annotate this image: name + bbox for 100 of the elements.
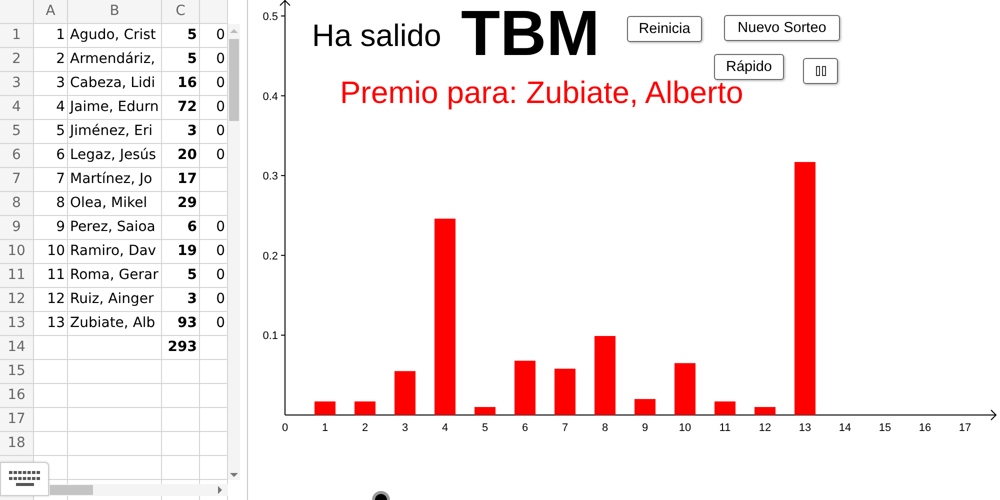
table-cell: 11	[34, 264, 68, 288]
table-cell: Legaz, Jesús	[68, 144, 162, 168]
row-header[interactable]: 14	[0, 336, 34, 360]
pause-button[interactable]	[803, 58, 838, 84]
empty-cell	[162, 432, 200, 456]
bar	[474, 407, 496, 415]
table-cell: 4	[34, 96, 68, 120]
table-cell: 3	[162, 120, 200, 144]
tick-label: 11	[719, 422, 731, 434]
table-cell: 6	[162, 216, 200, 240]
tick-label: 8	[602, 422, 608, 434]
row-header[interactable]: 5	[0, 120, 34, 144]
table-cell: 7	[34, 168, 68, 192]
slider-handle[interactable]	[371, 490, 391, 500]
table-cell: 19	[162, 240, 200, 264]
table-cell: 1	[34, 24, 68, 48]
row-header[interactable]: 2	[0, 48, 34, 72]
row-header[interactable]: 15	[0, 360, 34, 384]
table-cell: 5	[162, 24, 200, 48]
column-header[interactable]: C	[162, 0, 200, 24]
row-header[interactable]: 6	[0, 144, 34, 168]
table-cell: 72	[162, 96, 200, 120]
row-header[interactable]: 1	[0, 24, 34, 48]
row-header[interactable]: 3	[0, 72, 34, 96]
row-header[interactable]: 9	[0, 216, 34, 240]
scroll-right-icon[interactable]	[217, 486, 223, 494]
row-header[interactable]: 17	[0, 408, 34, 432]
table-cell: 12	[34, 288, 68, 312]
table-cell: 93	[162, 312, 200, 336]
tick-label: 0.4	[262, 90, 278, 103]
table-cell: Martínez, Jo	[68, 168, 162, 192]
row-header[interactable]: 10	[0, 240, 34, 264]
tick-label: 0	[282, 422, 288, 434]
empty-cell	[162, 360, 200, 384]
tick-label: 12	[758, 422, 772, 434]
bar	[754, 407, 776, 415]
table-cell: 20	[162, 144, 200, 168]
table-cell: 5	[162, 264, 200, 288]
table-cell: 10	[34, 240, 68, 264]
row-header[interactable]: 11	[0, 264, 34, 288]
action-button[interactable]: Nuevo Sorteo	[724, 15, 840, 41]
tick-label: 0.5	[262, 10, 278, 23]
table-cell: Cabeza, Lidi	[68, 72, 162, 96]
table-cell: Agudo, Crist	[68, 24, 162, 48]
tick-label: 3	[402, 422, 408, 434]
tick-label: 16	[918, 422, 932, 434]
tick-label: 0.2	[262, 250, 278, 262]
tick-label: 13	[798, 422, 812, 434]
table-cell: Ramiro, Dav	[68, 240, 162, 264]
action-button[interactable]: Reinicia	[627, 16, 702, 42]
bar	[674, 363, 696, 415]
tick-label: 1	[322, 422, 328, 434]
bar	[394, 371, 416, 415]
tick-label: 0.3	[262, 170, 278, 183]
table-cell: 16	[162, 72, 200, 96]
column-header[interactable]: A	[34, 0, 68, 24]
keyboard-icon	[8, 469, 42, 489]
table-cell: 9	[34, 216, 68, 240]
row-header[interactable]: 12	[0, 288, 34, 312]
table-cell: 13	[34, 312, 68, 336]
bar	[354, 401, 376, 415]
tick-label: 10	[678, 422, 692, 434]
table-cell: 29	[162, 192, 200, 216]
scroll-down-icon[interactable]	[230, 472, 238, 478]
row-header[interactable]: 16	[0, 384, 34, 408]
bar	[554, 368, 576, 415]
row-header[interactable]: 4	[0, 96, 34, 120]
table-cell: Jaime, Edurn	[68, 96, 162, 120]
table-cell: 2	[34, 48, 68, 72]
table-cell: 5	[34, 120, 68, 144]
row-header[interactable]: 13	[0, 312, 34, 336]
scrollbar-thumb[interactable]	[50, 485, 93, 495]
row-header[interactable]: 8	[0, 192, 34, 216]
scrollbar-thumb[interactable]	[229, 39, 239, 121]
pause-icon	[816, 66, 826, 76]
table-cell: Jiménez, Eri	[68, 120, 162, 144]
table-cell: Zubiate, Alb	[68, 312, 162, 336]
tick-label: 15	[878, 422, 892, 434]
tick-label: 9	[642, 422, 648, 434]
table-cell: Armendáriz,	[68, 48, 162, 72]
tick-label: 7	[562, 422, 568, 434]
row-header[interactable]: 18	[0, 432, 34, 456]
tick-label: 4	[442, 422, 448, 434]
column-header[interactable]	[200, 0, 228, 24]
tick-label: 6	[522, 422, 528, 434]
scroll-up-icon[interactable]	[230, 28, 238, 34]
table-cell: Ruiz, Ainger	[68, 288, 162, 312]
table-cell: Roma, Gerar	[68, 264, 162, 288]
bar	[314, 401, 336, 415]
corner-cell[interactable]	[0, 0, 34, 24]
tick-label: 17	[958, 422, 972, 434]
column-header[interactable]: B	[68, 0, 162, 24]
row-header[interactable]: 7	[0, 168, 34, 192]
table-cell: 5	[162, 48, 200, 72]
keyboard-button[interactable]	[0, 462, 49, 496]
table-cell: 293	[162, 336, 200, 360]
tick-label: 2	[362, 422, 368, 434]
empty-cell	[162, 408, 200, 432]
action-button[interactable]: Rápido	[714, 54, 784, 80]
table-cell: Olea, Mikel	[68, 192, 162, 216]
